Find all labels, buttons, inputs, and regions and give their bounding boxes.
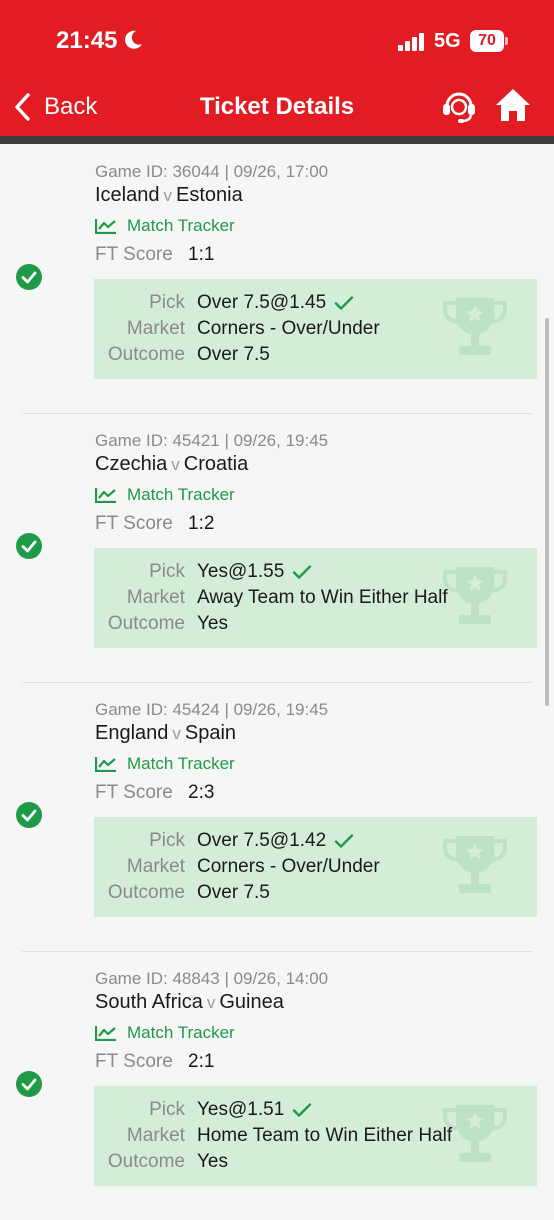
home-icon[interactable]	[494, 86, 532, 124]
match-teams: South Africa v Guinea	[95, 991, 284, 1014]
ft-score-value: 2:3	[188, 782, 215, 803]
card-divider	[22, 951, 532, 952]
game-info: Game ID: 45421 | 09/26, 19:45	[95, 431, 329, 450]
away-team: Spain	[184, 722, 237, 744]
match-tracker-label: Match Tracker	[127, 216, 235, 235]
bet-card: Game ID: 45421 | 09/26, 19:45 Czechia v Cr…	[0, 413, 554, 682]
match-teams: Czechia v Croatia	[95, 453, 248, 476]
outcome-value: Yes	[197, 1151, 228, 1172]
ft-score-label: FT Score	[95, 1051, 173, 1072]
headset-icon[interactable]	[440, 86, 478, 124]
win-check-icon	[16, 802, 42, 828]
top-bar: 21:45 5G 70 Back Ticket Details	[0, 0, 554, 138]
check-icon	[293, 1103, 312, 1117]
home-team: England	[95, 722, 169, 744]
network-type: 5G	[434, 30, 461, 52]
away-team: Estonia	[176, 184, 243, 206]
away-team: Croatia	[183, 453, 249, 475]
match-teams: England v Spain	[95, 722, 236, 745]
win-check-icon	[16, 1071, 42, 1097]
versus-label: v	[206, 993, 216, 1012]
signal-icon	[398, 33, 424, 51]
battery-nub	[505, 37, 508, 45]
match-tracker-link[interactable]: Match Tracker	[95, 1023, 235, 1043]
moon-icon	[125, 30, 142, 49]
outcome-label: Outcome	[107, 882, 185, 903]
chart-line-icon	[95, 757, 116, 772]
market-label: Market	[126, 318, 185, 339]
market-value: Away Team to Win Either Half	[197, 587, 448, 608]
pick-details: Pick Over 7.5@1.42 Market Corners - Over…	[94, 817, 537, 917]
match-tracker-label: Match Tracker	[127, 485, 235, 504]
trophy-icon	[442, 836, 508, 893]
battery-icon: 70	[470, 30, 504, 52]
ft-score-value: 1:2	[188, 513, 215, 534]
card-divider	[22, 682, 532, 683]
win-check-icon	[16, 264, 42, 290]
pick-label: Pick	[149, 561, 185, 582]
pick-label: Pick	[149, 1099, 185, 1120]
match-tracker-link[interactable]: Match Tracker	[95, 216, 235, 236]
check-icon	[334, 296, 354, 310]
versus-label: v	[172, 724, 181, 743]
trophy-icon	[442, 567, 508, 624]
home-team: South Africa	[95, 991, 203, 1013]
market-label: Market	[126, 1125, 185, 1146]
outcome-label: Outcome	[107, 613, 185, 634]
home-team: Czechia	[95, 453, 168, 475]
pick-value: Yes@1.55	[197, 561, 312, 583]
bet-card: Game ID: 45424 | 09/26, 19:45 England v Sp…	[0, 682, 554, 951]
home-team: Iceland	[95, 184, 160, 206]
scrollbar[interactable]	[545, 318, 549, 706]
game-info: Game ID: 48843 | 09/26, 14:00	[95, 969, 329, 988]
win-check-icon	[16, 533, 42, 559]
away-team: Guinea	[219, 991, 284, 1013]
pick-value: Over 7.5@1.42	[197, 830, 354, 852]
outcome-value: Over 7.5	[197, 344, 270, 365]
chart-line-icon	[95, 488, 116, 503]
outcome-label: Outcome	[107, 344, 185, 365]
pick-details: Pick Over 7.5@1.45 Market Corners - Over…	[94, 279, 537, 379]
check-icon	[293, 565, 312, 579]
match-tracker-label: Match Tracker	[127, 754, 235, 773]
market-value: Corners - Over/Under	[197, 318, 380, 339]
status-time: 21:45	[56, 27, 118, 54]
outcome-label: Outcome	[107, 1151, 185, 1172]
outcome-value: Over 7.5	[197, 882, 270, 903]
ft-score-value: 1:1	[188, 244, 215, 265]
chart-line-icon	[95, 1026, 116, 1041]
market-label: Market	[126, 587, 185, 608]
match-tracker-link[interactable]: Match Tracker	[95, 754, 235, 774]
pick-details: Pick Yes@1.51 Market Home Team to Win Ei…	[94, 1086, 537, 1186]
match-teams: Iceland v Estonia	[95, 184, 243, 207]
chart-line-icon	[95, 219, 116, 234]
pick-label: Pick	[149, 292, 185, 313]
ft-score-label: FT Score	[95, 513, 173, 534]
game-info: Game ID: 45424 | 09/26, 19:45	[95, 700, 329, 719]
market-value: Home Team to Win Either Half	[197, 1125, 453, 1146]
bet-card: Game ID: 36044 | 09/26, 17:00 Iceland v Es…	[0, 144, 554, 413]
market-value: Corners - Over/Under	[197, 856, 380, 877]
pick-value: Over 7.5@1.45	[197, 292, 354, 314]
match-tracker-link[interactable]: Match Tracker	[95, 485, 235, 505]
bet-card: Game ID: 48843 | 09/26, 14:00 South Afri…	[0, 951, 554, 1220]
game-info: Game ID: 36044 | 09/26, 17:00	[95, 162, 329, 181]
pick-details: Pick Yes@1.55 Market Away Team to Win Ei…	[94, 548, 537, 648]
market-label: Market	[126, 856, 185, 877]
match-tracker-label: Match Tracker	[127, 1023, 235, 1042]
check-icon	[334, 834, 354, 848]
bet-list[interactable]: Game ID: 36044 | 09/26, 17:00 Iceland v Es…	[0, 144, 554, 1200]
card-divider	[22, 413, 532, 414]
outcome-value: Yes	[197, 613, 228, 634]
versus-label: v	[163, 186, 173, 205]
trophy-icon	[442, 298, 508, 355]
ft-score-label: FT Score	[95, 244, 173, 265]
versus-label: v	[171, 455, 180, 474]
pick-value: Yes@1.51	[197, 1099, 312, 1121]
ft-score-value: 2:1	[188, 1051, 215, 1072]
pick-label: Pick	[149, 830, 185, 851]
ft-score-label: FT Score	[95, 782, 173, 803]
header-shadow	[0, 136, 554, 144]
